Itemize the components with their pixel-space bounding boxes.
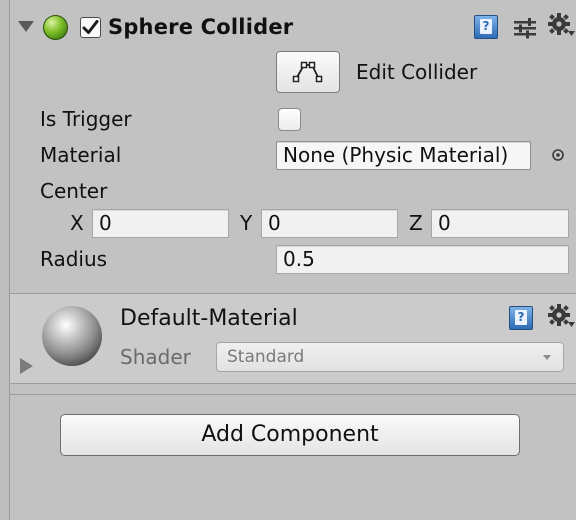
component-header: Sphere Collider ? [10,0,576,46]
edit-collider-icon [292,61,323,83]
radius-field[interactable]: 0.5 [276,245,569,274]
center-x-label[interactable]: X [70,211,84,235]
center-z-field[interactable]: 0 [431,209,569,238]
center-z-label[interactable]: Z [409,211,423,235]
component-enabled-checkbox[interactable] [80,17,101,38]
edit-collider-label: Edit Collider [356,60,478,84]
checkmark-icon [82,20,99,34]
is-trigger-label: Is Trigger [40,107,132,131]
material-label: Material [40,143,122,167]
is-trigger-checkbox[interactable] [278,108,301,131]
shader-dropdown[interactable]: Standard [216,342,564,372]
material-foldout-triangle-right-icon[interactable] [20,358,33,374]
material-name: Default-Material [120,306,298,331]
shader-dropdown-value: Standard [227,347,305,367]
material-gear-icon[interactable] [548,304,576,330]
radius-label[interactable]: Radius [40,247,107,271]
material-help-book-icon[interactable]: ? [509,306,533,330]
object-picker-target-icon[interactable] [551,148,565,162]
inspector-left-edge [0,0,10,520]
help-book-icon[interactable]: ? [474,15,498,39]
sphere-collider-icon [43,15,68,40]
material-preview-sphere [42,306,102,366]
section-divider [10,394,576,395]
center-label: Center [40,179,108,203]
material-object-field[interactable]: None (Physic Material) [276,141,531,170]
center-y-field[interactable]: 0 [261,209,398,238]
foldout-triangle-down-icon[interactable] [18,21,34,32]
add-component-button[interactable]: Add Component [60,414,520,456]
center-x-field[interactable]: 0 [92,209,229,238]
chevron-down-icon [543,355,551,360]
inspector-panel: Sphere Collider ? Edit Collider Is Trigg… [10,0,576,520]
presets-sliders-icon[interactable] [513,17,537,39]
edit-collider-button[interactable] [276,51,340,93]
shader-label: Shader [120,345,191,369]
center-y-label[interactable]: Y [240,211,252,235]
component-title: Sphere Collider [108,15,294,39]
gear-icon[interactable] [548,13,576,39]
